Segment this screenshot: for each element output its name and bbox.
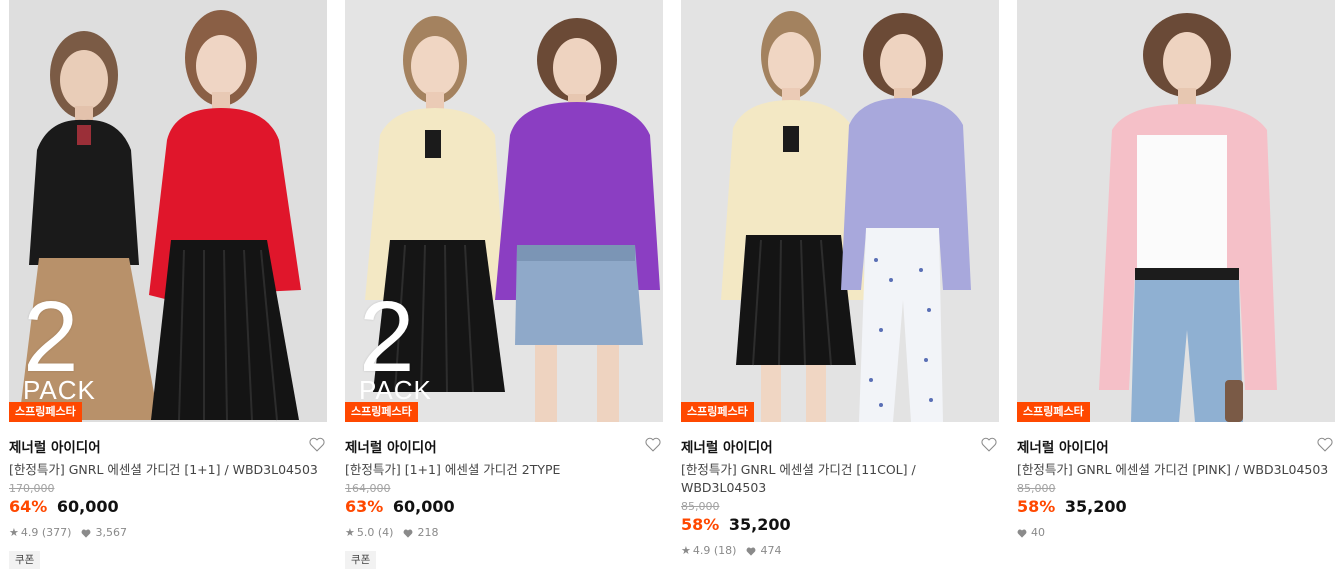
- original-price: 170,000: [9, 482, 55, 495]
- heart-filled-icon: [747, 547, 756, 556]
- discount-rate: 58%: [681, 515, 720, 534]
- brand-row: 제너럴 아이디어: [1017, 436, 1335, 456]
- rating-value: 5.0: [356, 526, 375, 539]
- review-count: (4): [377, 526, 394, 539]
- discount-rate: 63%: [345, 497, 384, 516]
- brand-row: 제너럴 아이디어: [9, 436, 327, 456]
- brand-name[interactable]: 제너럴 아이디어: [1017, 440, 1109, 456]
- wishlist-heart-icon[interactable]: [309, 437, 325, 452]
- product-image[interactable]: 스프링페스타: [681, 0, 999, 422]
- sale-price: 60,000: [392, 497, 455, 516]
- rating-value: 4.9: [20, 526, 39, 539]
- pack-label: 2 PACK: [359, 281, 432, 405]
- price-row: 63% 60,000: [345, 497, 663, 517]
- like-count: 474: [760, 544, 782, 557]
- promo-badge: 스프링페스타: [681, 402, 754, 422]
- heart-filled-icon: [82, 529, 91, 538]
- like-count: 218: [417, 526, 439, 539]
- coupon-tag: 쿠폰: [9, 551, 41, 569]
- product-stats: ★ 5.0 (4) 218: [345, 525, 663, 541]
- promo-badge: 스프링페스타: [345, 402, 418, 422]
- product-card[interactable]: 스프링페스타 제너럴 아이디어 [한정특가] GNRL 에센셜 가디건 [11C…: [681, 0, 999, 578]
- product-stats: 40: [1017, 525, 1335, 541]
- product-image[interactable]: 2 PACK 스프링페스타: [9, 0, 327, 422]
- sale-price: 60,000: [56, 497, 119, 516]
- product-grid: 2 PACK 스프링페스타 제너럴 아이디어 [한정특가] GNRL 에센셜 가…: [0, 0, 1337, 578]
- promo-badge: 스프링페스타: [1017, 402, 1090, 422]
- discount-rate: 64%: [9, 497, 48, 516]
- product-photo-single-model: [1017, 0, 1335, 422]
- product-stats: ★ 4.9 (18) 474: [681, 543, 999, 559]
- star-icon: ★: [9, 526, 19, 539]
- heart-filled-icon: [1017, 529, 1027, 538]
- brand-row: 제너럴 아이디어: [345, 436, 663, 456]
- product-title[interactable]: [한정특가] GNRL 에센셜 가디건 [PINK] / WBD3L04503: [1017, 461, 1335, 479]
- rating-value: 4.9: [692, 544, 711, 557]
- coupon-tag: 쿠폰: [345, 551, 377, 569]
- brand-name[interactable]: 제너럴 아이디어: [9, 440, 101, 456]
- product-card[interactable]: 2 PACK 스프링페스타 제너럴 아이디어 [한정특가] [1+1] 에센셜 …: [345, 0, 663, 578]
- brand-name[interactable]: 제너럴 아이디어: [345, 440, 437, 456]
- brand-name[interactable]: 제너럴 아이디어: [681, 440, 773, 456]
- star-icon: ★: [681, 544, 691, 557]
- product-image[interactable]: 스프링페스타: [1017, 0, 1335, 422]
- heart-filled-icon: [404, 529, 413, 538]
- pack-number: 2: [359, 281, 415, 393]
- original-price: 164,000: [345, 482, 391, 495]
- sale-price: 35,200: [728, 515, 791, 534]
- product-stats: ★ 4.9 (377) 3,567: [9, 525, 327, 541]
- wishlist-heart-icon[interactable]: [645, 437, 661, 452]
- like-count: 3,567: [95, 526, 127, 539]
- product-title[interactable]: [한정특가] [1+1] 에센셜 가디건 2TYPE: [345, 461, 663, 479]
- review-count: (377): [41, 526, 72, 539]
- price-row: 64% 60,000: [9, 497, 327, 517]
- pack-text: PACK: [359, 375, 432, 405]
- product-card[interactable]: 스프링페스타 제너럴 아이디어 [한정특가] GNRL 에센셜 가디건 [PIN…: [1017, 0, 1335, 578]
- original-price: 85,000: [681, 500, 720, 513]
- pack-number: 2: [23, 281, 79, 393]
- star-icon: ★: [345, 526, 355, 539]
- original-price: 85,000: [1017, 482, 1056, 495]
- pack-text: PACK: [23, 375, 96, 405]
- sale-price: 35,200: [1064, 497, 1127, 516]
- price-row: 58% 35,200: [1017, 497, 1335, 517]
- brand-row: 제너럴 아이디어: [681, 436, 999, 456]
- product-title[interactable]: [한정특가] GNRL 에센셜 가디건 [1+1] / WBD3L04503: [9, 461, 327, 479]
- like-count: 40: [1031, 526, 1045, 539]
- wishlist-heart-icon[interactable]: [981, 437, 997, 452]
- product-title[interactable]: [한정특가] GNRL 에센셜 가디건 [11COL] / WBD3L04503: [681, 461, 999, 497]
- product-image[interactable]: 2 PACK 스프링페스타: [345, 0, 663, 422]
- review-count: (18): [713, 544, 737, 557]
- pack-label: 2 PACK: [23, 281, 96, 405]
- promo-badge: 스프링페스타: [9, 402, 82, 422]
- wishlist-heart-icon[interactable]: [1317, 437, 1333, 452]
- price-row: 58% 35,200: [681, 515, 999, 535]
- discount-rate: 58%: [1017, 497, 1056, 516]
- product-photo-two-models: [681, 0, 999, 422]
- product-card[interactable]: 2 PACK 스프링페스타 제너럴 아이디어 [한정특가] GNRL 에센셜 가…: [9, 0, 327, 578]
